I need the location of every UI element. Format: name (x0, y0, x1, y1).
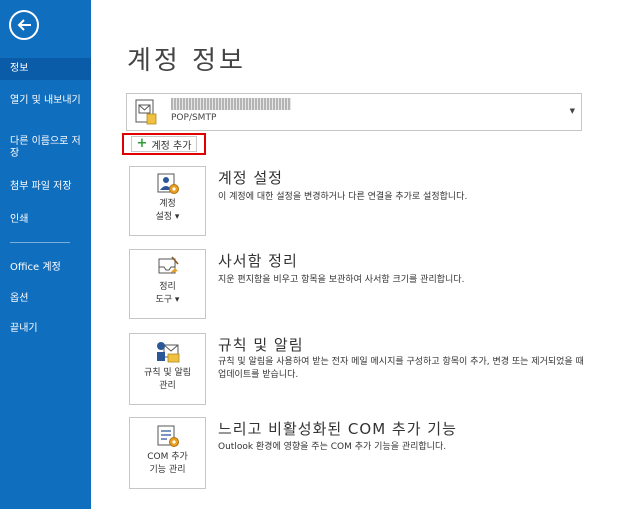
nav-divider (10, 242, 70, 243)
com-addins-tile-label: COM 추가 기능 관리 (147, 452, 188, 475)
com-addins-title: 느리고 비활성화된 COM 추가 기능 (218, 420, 457, 438)
cleanup-tools-button[interactable]: 정리 도구 ▾ (129, 249, 206, 319)
rules-alerts-title: 규칙 및 알림 (218, 336, 304, 354)
nav-item-print[interactable]: 인쇄 (0, 214, 91, 226)
add-account-button[interactable]: + 계정 추가 (130, 136, 198, 152)
account-settings-icon (157, 173, 179, 194)
page-title: 계정 정보 (127, 46, 246, 76)
nav-item-info[interactable]: 정보 (0, 58, 91, 80)
nav-item-open-export[interactable]: 열기 및 내보내기 (0, 95, 91, 107)
rules-alerts-tile-label: 규칙 및 알림 관리 (143, 368, 192, 391)
account-settings-title: 계정 설정 (218, 169, 283, 187)
add-account-highlight: + 계정 추가 (122, 133, 206, 155)
back-button[interactable] (9, 10, 39, 40)
rules-alerts-button[interactable]: 규칙 및 알림 관리 (129, 333, 206, 405)
account-selector[interactable]: POP/SMTP ▼ (126, 93, 582, 131)
plus-icon: + (136, 136, 148, 151)
account-settings-button[interactable]: 계정 설정 ▾ (129, 166, 206, 236)
nav-item-exit[interactable]: 끝내기 (0, 323, 91, 335)
account-settings-description: 이 계정에 대한 설정을 변경하거나 다른 연결을 추가로 설정합니다. (218, 192, 468, 202)
mailbox-cleanup-title: 사서함 정리 (218, 252, 298, 270)
nav-item-save-attachments[interactable]: 첨부 파일 저장 (0, 181, 91, 193)
back-arrow-icon (17, 19, 31, 31)
nav-item-options[interactable]: 옵션 (0, 293, 91, 305)
account-type: POP/SMTP (171, 113, 217, 123)
cleanup-tools-icon (158, 256, 179, 274)
nav-item-save-as[interactable]: 다른 이름으로 저장 (0, 136, 91, 160)
rules-alerts-icon (156, 342, 179, 363)
add-account-label: 계정 추가 (151, 140, 192, 152)
account-name-redacted (171, 98, 291, 110)
nav-item-office-account[interactable]: Office 계정 (0, 262, 91, 274)
com-addins-icon (157, 425, 179, 447)
com-addins-description: Outlook 환경에 영향을 주는 COM 추가 기능을 관리합니다. (218, 442, 447, 452)
mailbox-cleanup-description: 지운 편지함을 비우고 항목을 보관하여 사서함 크기를 관리합니다. (218, 275, 465, 285)
rules-alerts-description: 규칙 및 알림을 사용하여 받는 전자 메일 메시지를 구성하고 항목이 추가,… (218, 357, 584, 380)
mail-account-icon (135, 99, 157, 125)
com-addins-button[interactable]: COM 추가 기능 관리 (129, 417, 206, 489)
backstage-sidebar: 정보 열기 및 내보내기 다른 이름으로 저장 첨부 파일 저장 인쇄 Offi… (0, 0, 91, 509)
dropdown-caret-icon: ▼ (569, 107, 575, 115)
account-settings-tile-label: 계정 설정 ▾ (155, 199, 180, 222)
cleanup-tools-tile-label: 정리 도구 ▾ (155, 282, 180, 305)
